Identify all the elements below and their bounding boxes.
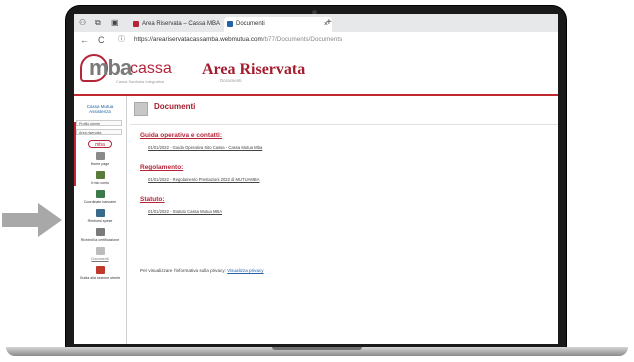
browser-tab-bar: ⚇ ⧉ ▣ Area Riservata – Cassa MBA × Docum… <box>74 14 558 32</box>
document-link-regulation[interactable]: 01/01/2022 - Regolamento Prestazioni 202… <box>148 177 260 183</box>
sidebar-item-guide[interactable]: Guida alla sezione utente <box>76 266 124 281</box>
section-heading-guide: Guida operativa e contatti: <box>140 132 222 139</box>
section-heading-statute: Statuto: <box>140 196 165 203</box>
workspaces-icon[interactable]: ⚇ <box>79 18 86 28</box>
tab-title: Documenti <box>236 21 265 27</box>
sidebar-logo[interactable]: mba <box>88 140 112 148</box>
site-header: mba cassa Cassa Sanitaria Integrativa Ar… <box>74 48 558 94</box>
browser-tab-area-riservata[interactable]: Area Riservata – Cassa MBA × <box>130 17 232 32</box>
privacy-text: Per visualizzare l'informativa sulla pri… <box>140 268 228 273</box>
url-path: /b77/Documents/Documents <box>262 36 343 43</box>
sidebar-item-label: Home page <box>90 162 110 166</box>
guide-icon <box>95 266 105 274</box>
sidebar-item-label: Il mio conto <box>90 181 110 185</box>
account-icon <box>95 171 105 179</box>
document-link-statute[interactable]: 01/01/2022 - Statuto Cassa Mutua MBA <box>148 209 222 215</box>
document-favicon-icon <box>227 21 233 27</box>
sidebar-item-home[interactable]: Home page <box>76 152 124 167</box>
laptop-notch <box>272 347 362 350</box>
url-field[interactable]: https://areariservatacassamba.webmutua.c… <box>134 35 342 45</box>
area-title: Area Riservata <box>202 61 306 78</box>
main-content: Documenti Guida operativa e contatti: 01… <box>130 96 558 344</box>
document-link-guide[interactable]: 01/01/2022 - Guida Operativa Sito Cassa … <box>148 145 262 151</box>
tab-title: Area Riservata – Cassa MBA <box>142 21 221 27</box>
sidebar-item-label: Coordinate bancarie <box>83 200 117 204</box>
logo-mba[interactable]: mba <box>89 56 132 80</box>
browser-tab-documenti[interactable]: Documenti × <box>224 17 332 32</box>
page-title: Documenti <box>154 102 196 111</box>
sidebar-item-label: Richiedi la certificazione <box>80 238 120 242</box>
pointer-arrow-icon <box>2 203 62 237</box>
profile-select[interactable]: Profilo utente <box>76 120 122 126</box>
sidebar-active-indicator <box>74 122 76 186</box>
url-host: https://areariservatacassamba.webmutua.c… <box>134 36 263 43</box>
sidebar-brand: Cassa Mutua Assistenza <box>86 104 114 114</box>
logo-tagline: Cassa Sanitaria Integrativa <box>116 79 165 84</box>
reload-icon[interactable]: C <box>98 35 105 45</box>
privacy-notice: Per visualizzare l'informativa sulla pri… <box>140 268 264 274</box>
back-icon[interactable]: ← <box>80 35 89 45</box>
home-icon <box>95 152 105 160</box>
sidebar-item-label: Rimborsi spese <box>87 219 113 223</box>
certificate-icon <box>95 228 105 236</box>
logo-cassa[interactable]: cassa <box>130 60 172 78</box>
sidebar-item-label: Guida alla sezione utente <box>79 276 121 280</box>
title-divider <box>130 124 558 125</box>
new-tab-icon[interactable]: + <box>326 17 332 29</box>
documents-icon <box>95 247 105 255</box>
area-subtitle: Documenti <box>220 78 242 83</box>
section-heading-regulation: Regolamento: <box>140 164 184 171</box>
site-info-icon[interactable]: ⓘ <box>118 35 125 45</box>
address-bar: ← C ⓘ https://areariservatacassamba.webm… <box>74 32 558 49</box>
sidebar-item-label: Documenti <box>91 257 109 261</box>
sidebar-item-certification[interactable]: Richiedi la certificazione <box>76 228 124 243</box>
sidebar-item-documents[interactable]: Documenti <box>76 247 124 262</box>
refund-icon <box>95 209 105 217</box>
cassa-favicon-icon <box>133 21 139 27</box>
area-select[interactable]: Area riservata <box>76 129 122 135</box>
browser-window: ⚇ ⧉ ▣ Area Riservata – Cassa MBA × Docum… <box>74 14 558 344</box>
bank-icon <box>95 190 105 198</box>
sidebar-item-bank[interactable]: Coordinate bancarie <box>76 190 124 205</box>
documents-page-icon <box>134 102 148 116</box>
tab-actions-icon[interactable]: ▣ <box>111 18 119 28</box>
laptop-base <box>6 347 628 356</box>
sidebar-item-refunds[interactable]: Rimborsi spese <box>76 209 124 224</box>
tab-groups-icon[interactable]: ⧉ <box>95 18 101 28</box>
sidebar-item-account[interactable]: Il mio conto <box>76 171 124 186</box>
sidebar: Cassa Mutua Assistenza Profilo utente Ar… <box>74 96 127 344</box>
privacy-link[interactable]: Visualizza privacy <box>227 268 263 273</box>
